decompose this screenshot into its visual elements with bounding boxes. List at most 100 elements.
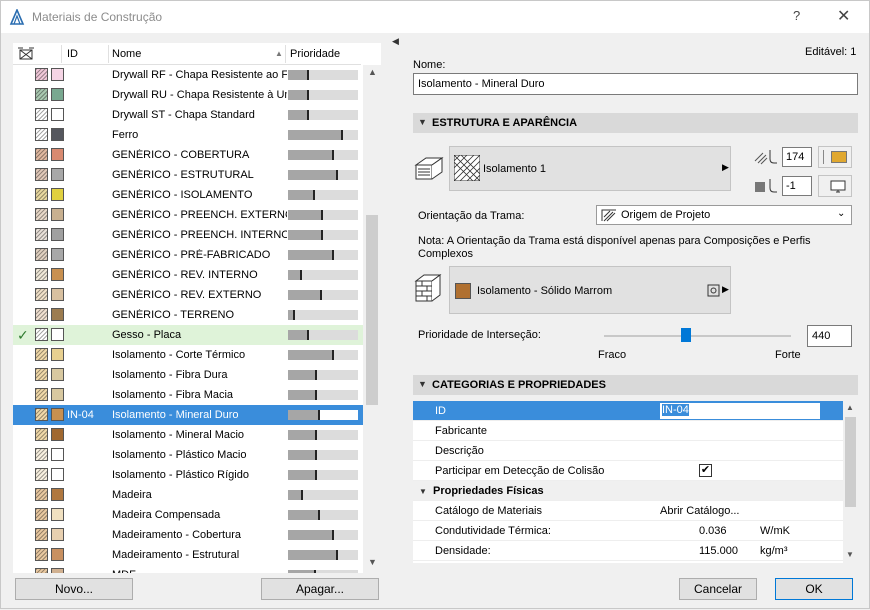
surface-button[interactable]: Isolamento - Sólido Marrom ▶ [449,266,731,314]
delete-button[interactable]: Apagar... [261,578,379,600]
scroll-up-icon[interactable]: ▲ [846,403,854,412]
list-item[interactable]: GENÉRICO - REV. EXTERNO [13,285,363,305]
categories-section-header[interactable]: ▼ CATEGORIAS E PROPRIEDADES [413,375,858,395]
sort-arrow-icon: ▲ [275,49,283,58]
name-input[interactable]: Isolamento - Mineral Duro [413,73,858,95]
scroll-down-icon[interactable]: ▼ [368,557,377,567]
scroll-down-icon[interactable]: ▼ [846,550,854,559]
priority-bar [288,90,358,100]
swatch-column-icon[interactable] [18,47,34,61]
surface-swatch [51,108,64,121]
property-row[interactable]: Densidade: 115.000 kg/m³ [413,541,843,561]
list-item[interactable]: Drywall ST - Chapa Standard [13,105,363,125]
list-item[interactable]: GENÉRICO - PREENCH. INTERNO [13,225,363,245]
window-title: Materiais de Construção [32,10,163,24]
submenu-arrow-icon: ▶ [722,162,729,172]
list-item[interactable]: Madeiramento - Estrutural [13,545,363,565]
scroll-up-icon[interactable]: ▲ [368,67,377,77]
collapse-triangle-icon[interactable]: ▼ [419,487,427,496]
priority-bar-fill [288,270,302,280]
priority-bar [288,510,358,520]
header-name[interactable]: Nome [112,48,141,60]
priority-input[interactable]: 440 [807,325,852,347]
list-item[interactable]: GENÉRICO - COBERTURA [13,145,363,165]
fill-pen-input[interactable]: 174 [782,147,812,167]
property-row[interactable]: Catálogo de Materiais Abrir Catálogo... [413,501,843,521]
property-row[interactable]: Descrição [413,441,843,461]
surface-swatch [51,468,64,481]
list-item[interactable]: GENÉRICO - PREENCH. EXTERNO [13,205,363,225]
fill-swatch [35,468,48,481]
fill-swatch [35,508,48,521]
property-key: ID [435,405,446,417]
id-value-input[interactable]: IN-04 [660,403,820,419]
priority-bar [288,470,358,480]
property-value[interactable]: Abrir Catálogo... [660,505,739,517]
ok-button[interactable]: OK [775,578,853,600]
surface-swatch [51,408,64,421]
property-key: Catálogo de Materiais [435,505,543,517]
pen-color-button[interactable] [818,146,852,168]
property-row[interactable]: ▼ Propriedades Físicas [413,481,843,501]
list-item[interactable]: GENÉRICO - REV. INTERNO [13,265,363,285]
background-color-button[interactable] [818,175,852,197]
editable-label: Editável: 1 [805,46,857,58]
row-name: Isolamento - Fibra Macia [112,389,234,401]
property-key: Fabricante [435,425,487,437]
collapse-triangle-icon: ▼ [418,117,427,127]
intersection-priority-label: Prioridade de Interseção: [418,329,541,341]
priority-slider-thumb[interactable] [681,328,691,342]
list-item[interactable]: Madeiramento - Cobertura [13,525,363,545]
priority-bar-fill [288,290,322,300]
list-item[interactable]: Isolamento - Fibra Dura [13,365,363,385]
cut-fill-button[interactable]: Isolamento 1 ▶ [449,146,731,191]
priority-slider-track[interactable] [604,335,791,337]
surface-swatch [51,248,64,261]
header-id[interactable]: ID [67,48,78,60]
list-item[interactable]: Isolamento - Plástico Macio [13,445,363,465]
list-item[interactable]: Madeira Compensada [13,505,363,525]
cancel-button[interactable]: Cancelar [679,578,757,600]
list-item[interactable]: Isolamento - Mineral Macio [13,425,363,445]
property-row[interactable]: Condutividade Térmica: 0.036 W/mK [413,521,843,541]
list-item[interactable]: GENÉRICO - ISOLAMENTO [13,185,363,205]
new-button[interactable]: Novo... [15,578,133,600]
list-item[interactable]: GENÉRICO - ESTRUTURAL [13,165,363,185]
collision-checkbox[interactable]: ✔ [699,464,712,477]
orientation-select[interactable]: Origem de Projeto ⌄ [596,205,852,225]
scroll-thumb[interactable] [845,417,856,507]
priority-bar-fill [288,510,320,520]
fill-swatch [35,268,48,281]
list-item[interactable]: Drywall RF - Chapa Resistente ao Fogo [13,65,363,85]
property-row[interactable]: ID IN-04 [413,401,843,421]
fill-name: Isolamento 1 [483,163,546,175]
priority-bar-fill [288,470,317,480]
list-item[interactable]: Madeira [13,485,363,505]
list-item[interactable]: Isolamento - Fibra Macia [13,385,363,405]
list-scrollbar[interactable]: ▲ ▼ [363,65,381,573]
list-item[interactable]: GENÉRICO - PRÉ-FABRICADO [13,245,363,265]
background-pen-input[interactable]: -1 [782,176,812,196]
row-name: Isolamento - Mineral Duro [112,409,239,421]
structure-section-header[interactable]: ▼ ESTRUTURA E APARÊNCIA [413,113,858,133]
property-row[interactable]: Participar em Detecção de Colisão ✔ [413,461,843,481]
scroll-thumb[interactable] [366,215,378,405]
list-item[interactable]: IN-04 Isolamento - Mineral Duro [13,405,363,425]
list-item[interactable]: MDF [13,565,363,573]
property-key: Participar em Detecção de Colisão [435,465,605,477]
header-priority[interactable]: Prioridade [290,48,340,60]
properties-scrollbar[interactable]: ▲ ▼ [843,401,858,563]
collapse-panel-icon[interactable]: ◀ [392,36,399,47]
help-button[interactable]: ? [793,8,800,23]
row-name: GENÉRICO - COBERTURA [112,149,250,161]
list-item[interactable]: Ferro [13,125,363,145]
list-item[interactable]: Isolamento - Corte Térmico [13,345,363,365]
list-item[interactable]: ✓ Gesso - Placa [13,325,363,345]
fill-swatch [35,408,48,421]
close-button[interactable]: ✕ [837,6,850,26]
list-item[interactable]: GENÉRICO - TERRENO [13,305,363,325]
list-item[interactable]: Drywall RU - Chapa Resistente à Umidade [13,85,363,105]
priority-bar [288,550,358,560]
list-item[interactable]: Isolamento - Plástico Rígido [13,465,363,485]
property-row[interactable]: Fabricante [413,421,843,441]
